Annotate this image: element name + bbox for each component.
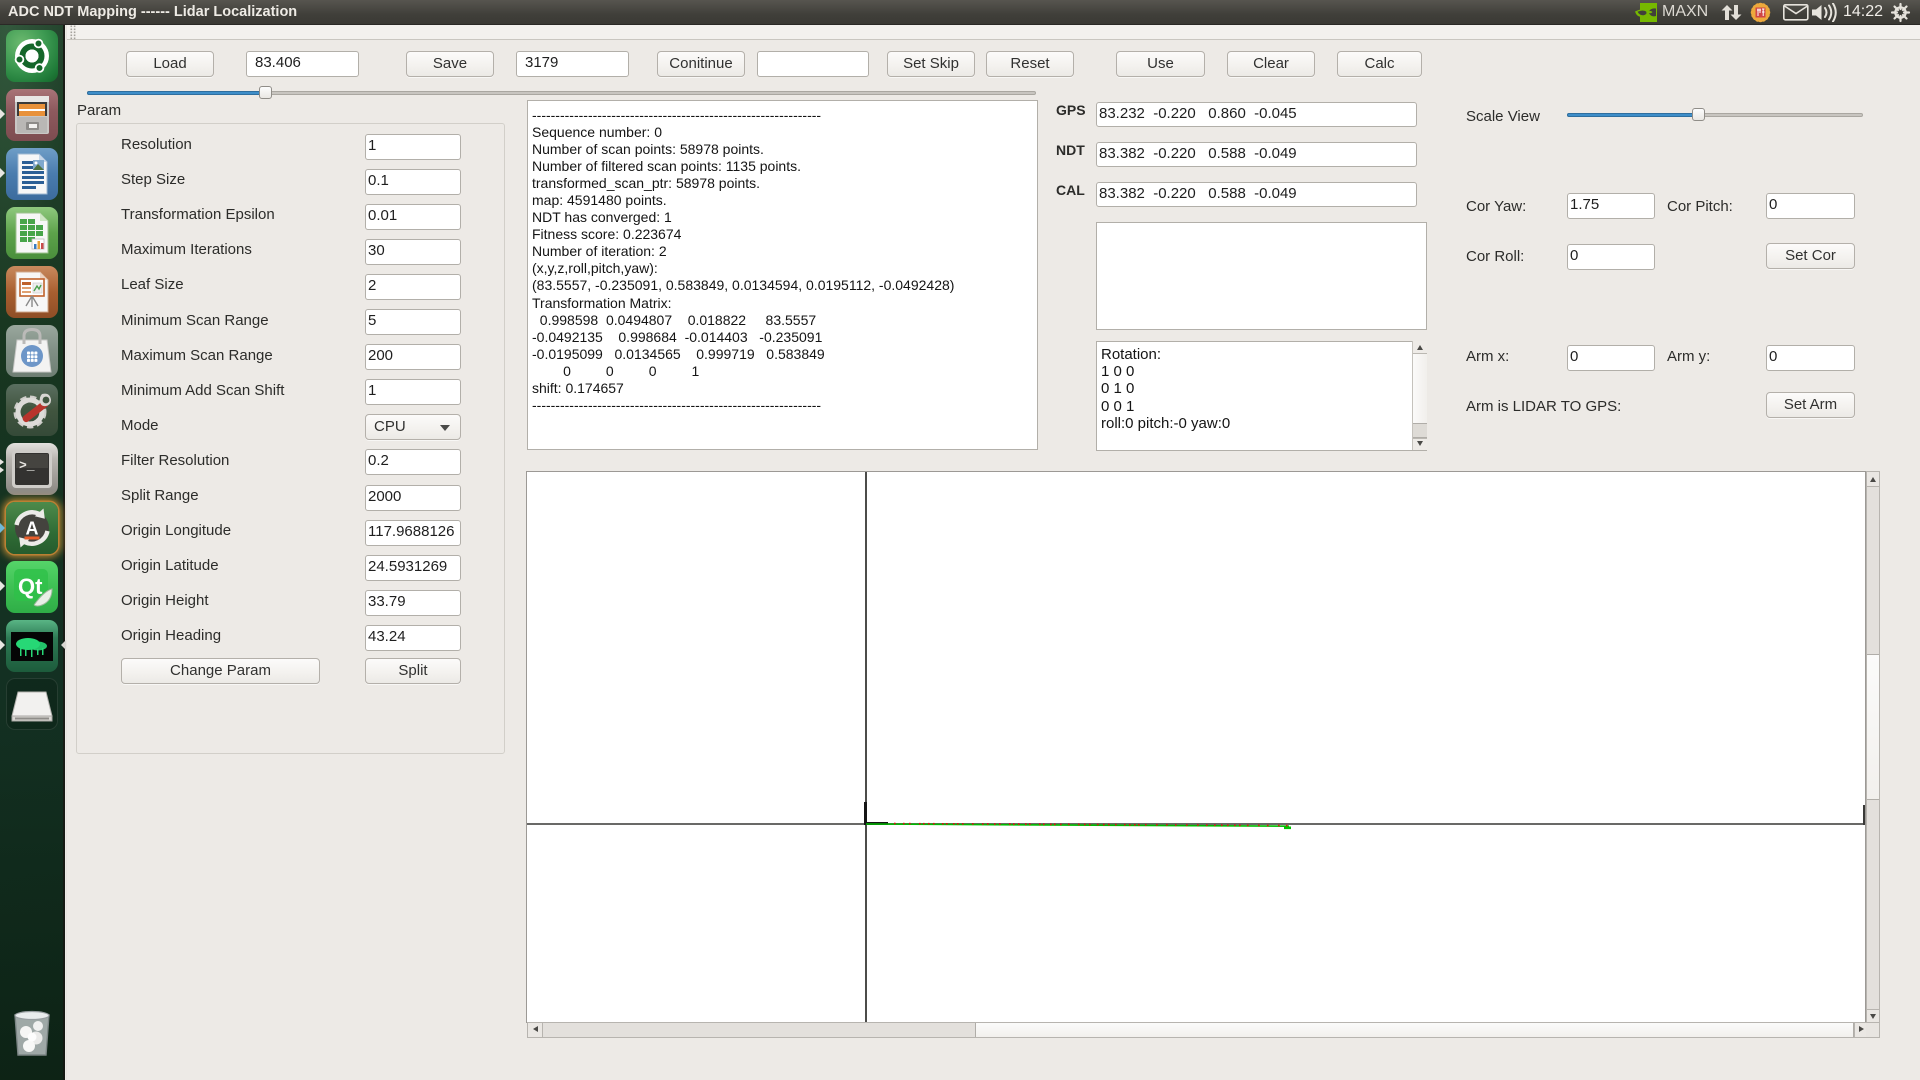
svg-text:A: A	[26, 519, 39, 539]
svg-text:>_: >_	[19, 458, 35, 473]
svg-text:Qt: Qt	[18, 574, 43, 599]
